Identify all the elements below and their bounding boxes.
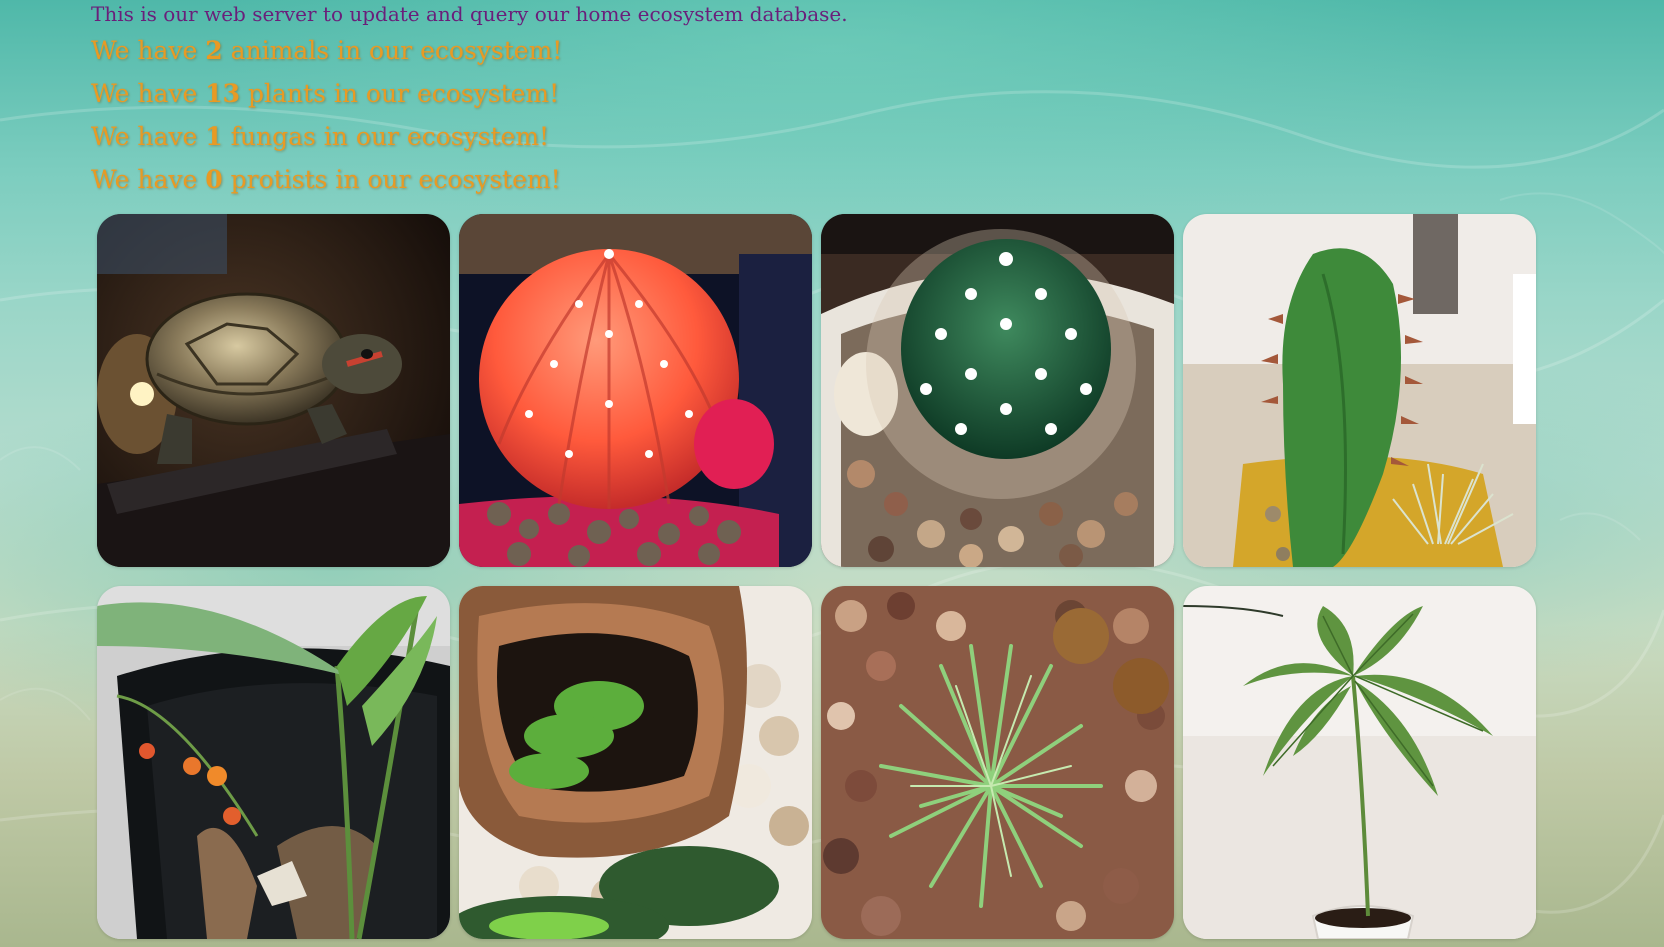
plants-count: 13 <box>205 79 241 108</box>
protists-count-line: We have 0 protists in our ecosystem! <box>91 165 561 194</box>
count-suffix: protists in our ecosystem! <box>222 165 561 194</box>
count-prefix: We have <box>91 36 206 65</box>
count-suffix: fungas in our ecosystem! <box>222 122 550 151</box>
count-prefix: We have <box>91 122 206 151</box>
count-prefix: We have <box>91 79 206 108</box>
plants-count-line: We have 13 plants in our ecosystem! <box>91 79 559 108</box>
succulent-photo[interactable] <box>1183 214 1536 567</box>
turtle-photo[interactable] <box>97 214 450 567</box>
intro-text: This is our web server to update and que… <box>91 2 848 26</box>
fungi-count: 1 <box>205 122 223 151</box>
photo-gallery <box>97 214 1537 939</box>
count-suffix: animals in our ecosystem! <box>222 36 563 65</box>
air-plant-photo[interactable] <box>821 586 1174 939</box>
protists-count: 0 <box>205 165 223 194</box>
green-barrel-cactus-photo[interactable] <box>821 214 1174 567</box>
animals-count: 2 <box>205 36 223 65</box>
red-cactus-photo[interactable] <box>459 214 812 567</box>
mango-seedling-photo[interactable] <box>1183 586 1536 939</box>
count-prefix: We have <box>91 165 206 194</box>
moss-terrarium-photo[interactable] <box>459 586 812 939</box>
count-suffix: plants in our ecosystem! <box>240 79 560 108</box>
plant-with-berries-photo[interactable] <box>97 586 450 939</box>
animals-count-line: We have 2 animals in our ecosystem! <box>91 36 562 65</box>
fungi-count-line: We have 1 fungas in our ecosystem! <box>91 122 549 151</box>
